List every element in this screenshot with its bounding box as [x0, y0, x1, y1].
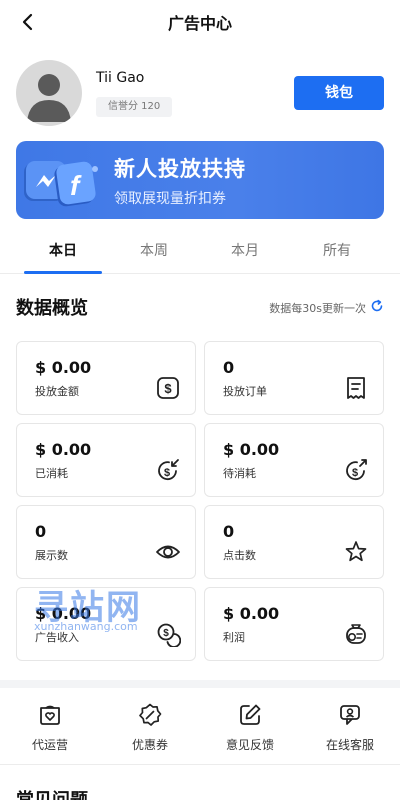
- stat-label: 广告收入: [35, 631, 79, 644]
- tool-online-support[interactable]: 在线客服: [300, 700, 400, 762]
- heart-box-icon: [40, 705, 60, 725]
- user-name: Tii Gao: [96, 70, 145, 86]
- coins-icon: $: [157, 623, 181, 647]
- tool-feedback[interactable]: 意见反馈: [200, 700, 300, 762]
- stat-label: 点击数: [223, 549, 256, 562]
- dollar-square-icon: $: [157, 377, 179, 399]
- faq-title: 常见问题: [16, 786, 88, 800]
- promo-banner[interactable]: f 新人投放扶持 领取展现量折扣券: [16, 141, 384, 219]
- edit-square-icon: [240, 704, 261, 725]
- dollar-in-icon: $: [158, 459, 179, 481]
- refresh-icon[interactable]: [370, 299, 384, 313]
- credit-badge: 信誉分 120: [96, 97, 173, 117]
- discount-badge-icon: [139, 703, 162, 726]
- stat-value: 0: [223, 358, 235, 377]
- tool-coupons[interactable]: 优惠券: [100, 700, 200, 762]
- top-bar: 广告中心: [0, 0, 400, 44]
- support-chat-icon: [340, 705, 360, 725]
- stat-value: 0: [35, 522, 47, 541]
- overview-header: 数据概览 数据每30s更新一次: [16, 292, 384, 322]
- stat-label: 利润: [223, 631, 245, 644]
- stat-label: 已消耗: [35, 467, 68, 480]
- profile-section: Tii Gao 信誉分 120 钱包: [16, 60, 384, 126]
- messenger-facebook-icon: f: [24, 161, 98, 207]
- tab-all[interactable]: 所有: [292, 232, 382, 272]
- section-divider: [0, 680, 400, 688]
- stat-value: $ 0.00: [35, 358, 92, 377]
- stat-card-impressions[interactable]: 0 展示数: [16, 505, 196, 579]
- stat-card-orders[interactable]: 0 投放订单: [204, 341, 384, 415]
- tool-managed-operation[interactable]: 代运营: [0, 700, 100, 762]
- stat-value: $ 0.00: [35, 440, 92, 459]
- banner-subtitle: 领取展现量折扣券: [114, 191, 226, 207]
- stat-label: 展示数: [35, 549, 68, 562]
- overview-title: 数据概览: [16, 298, 88, 319]
- svg-text:$: $: [352, 467, 358, 479]
- active-tab-indicator: [24, 271, 102, 274]
- stat-card-ad-revenue[interactable]: $ 0.00 广告收入 $: [16, 587, 196, 661]
- stat-value: $ 0.00: [223, 440, 280, 459]
- stat-label: 投放订单: [223, 385, 267, 398]
- tool-label: 代运营: [31, 738, 68, 752]
- banner-title: 新人投放扶持: [114, 157, 246, 181]
- stat-card-profit[interactable]: $ 0.00 利润: [204, 587, 384, 661]
- avatar[interactable]: [16, 60, 82, 126]
- stat-value: $ 0.00: [223, 604, 280, 623]
- receipt-icon: [347, 377, 365, 399]
- tab-today[interactable]: 本日: [18, 232, 108, 272]
- eye-icon: [156, 545, 180, 559]
- stat-card-pending[interactable]: $ 0.00 待消耗 $: [204, 423, 384, 497]
- user-icon: [27, 74, 71, 122]
- svg-text:$: $: [164, 467, 170, 479]
- stat-card-clicks[interactable]: 0 点击数: [204, 505, 384, 579]
- refresh-note: 数据每30s更新一次: [269, 302, 366, 315]
- stat-label: 待消耗: [223, 467, 256, 480]
- tools-row: 代运营 优惠券 意见反馈 在线客服: [0, 700, 400, 762]
- stat-value: 0: [223, 522, 235, 541]
- stat-label: 投放金额: [35, 385, 79, 398]
- stat-card-spend[interactable]: $ 0.00 投放金额 $: [16, 341, 196, 415]
- tool-label: 优惠券: [131, 738, 168, 752]
- faq-divider: [0, 764, 400, 765]
- svg-text:$: $: [164, 381, 172, 396]
- tool-label: 在线客服: [325, 738, 374, 752]
- stat-value: $ 0.00: [35, 604, 92, 623]
- svg-text:$: $: [163, 628, 169, 639]
- tool-label: 意见反馈: [225, 738, 274, 752]
- star-click-icon: [345, 541, 367, 562]
- money-bag-icon: [346, 624, 366, 644]
- page-title: 广告中心: [167, 14, 232, 33]
- dollar-out-icon: $: [346, 459, 367, 481]
- tab-week[interactable]: 本周: [109, 232, 199, 272]
- tab-month[interactable]: 本月: [200, 232, 290, 272]
- wallet-button[interactable]: 钱包: [294, 76, 384, 110]
- stat-card-consumed[interactable]: $ 0.00 已消耗 $: [16, 423, 196, 497]
- period-tabs: 本日 本周 本月 所有: [0, 232, 400, 274]
